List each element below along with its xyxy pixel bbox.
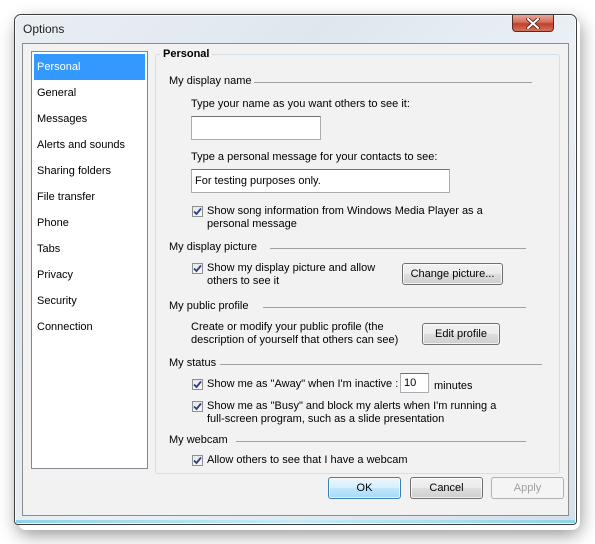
name-prompt: Type your name as you want others to see… (191, 98, 410, 110)
checkmark-icon (193, 264, 202, 273)
group-label-status: My status (169, 357, 219, 369)
group-label-webcam: My webcam (169, 434, 230, 446)
change-picture-button[interactable]: Change picture... (402, 263, 503, 285)
nav-item-sharing-folders[interactable]: Sharing folders (34, 158, 145, 184)
minutes-label: minutes (434, 380, 473, 392)
away-label[interactable]: Show me as "Away" when I'm inactive : (207, 378, 398, 391)
cancel-button[interactable]: Cancel (410, 477, 483, 499)
nav-item-personal[interactable]: Personal (34, 54, 145, 80)
nav-item-file-transfer[interactable]: File transfer (34, 184, 145, 210)
close-button[interactable] (512, 15, 554, 32)
allow-webcam-label[interactable]: Allow others to see that I have a webcam (207, 454, 408, 467)
group-label-display-picture: My display picture (169, 241, 260, 253)
checkmark-icon (193, 380, 202, 389)
nav-item-security[interactable]: Security (34, 288, 145, 314)
group-label-display-name: My display name (169, 75, 254, 87)
nav-item-alerts-and-sounds[interactable]: Alerts and sounds (34, 132, 145, 158)
message-prompt: Type a personal message for your contact… (191, 151, 438, 163)
show-song-checkbox[interactable] (192, 206, 203, 217)
busy-label[interactable]: Show me as "Busy" and block my alerts wh… (207, 400, 507, 426)
window-bottom-edge (16, 520, 575, 523)
personal-panel: Personal My display name Type your name … (155, 48, 560, 474)
checkmark-icon (193, 207, 202, 216)
group-divider (220, 364, 542, 365)
group-divider (270, 248, 526, 249)
display-name-input[interactable] (191, 116, 321, 140)
category-list[interactable]: Personal General Messages Alerts and sounds… (31, 51, 148, 469)
show-picture-label[interactable]: Show my display picture and allow others… (207, 262, 387, 288)
nav-item-messages[interactable]: Messages (34, 106, 145, 132)
nav-item-connection[interactable]: Connection (34, 314, 145, 340)
options-dialog: Options Personal General Messages Alerts an… (14, 14, 577, 525)
panel-title: Personal (160, 48, 213, 60)
apply-button[interactable]: Apply (491, 477, 564, 499)
nav-item-privacy[interactable]: Privacy (34, 262, 145, 288)
dialog-client-area: Personal General Messages Alerts and sounds… (22, 43, 569, 516)
away-minutes-input[interactable] (400, 373, 429, 393)
group-divider (236, 82, 532, 83)
busy-checkbox[interactable] (192, 401, 203, 412)
ok-button[interactable]: OK (328, 477, 401, 499)
show-picture-checkbox[interactable] (192, 263, 203, 274)
show-song-label[interactable]: Show song information from Windows Media… (207, 205, 527, 231)
group-label-public-profile: My public profile (169, 300, 251, 312)
nav-item-phone[interactable]: Phone (34, 210, 145, 236)
nav-item-general[interactable]: General (34, 80, 145, 106)
edit-profile-button[interactable]: Edit profile (422, 323, 500, 345)
checkmark-icon (193, 456, 202, 465)
nav-item-tabs[interactable]: Tabs (34, 236, 145, 262)
group-divider (263, 307, 526, 308)
allow-webcam-checkbox[interactable] (192, 455, 203, 466)
title-bar[interactable]: Options (15, 15, 576, 43)
checkmark-icon (193, 402, 202, 411)
personal-message-input[interactable] (191, 169, 450, 193)
group-divider (236, 441, 526, 442)
window-title: Options (23, 22, 65, 36)
close-x-icon (526, 17, 540, 29)
public-profile-description: Create or modify your public profile (th… (191, 321, 399, 346)
away-checkbox[interactable] (192, 379, 203, 390)
